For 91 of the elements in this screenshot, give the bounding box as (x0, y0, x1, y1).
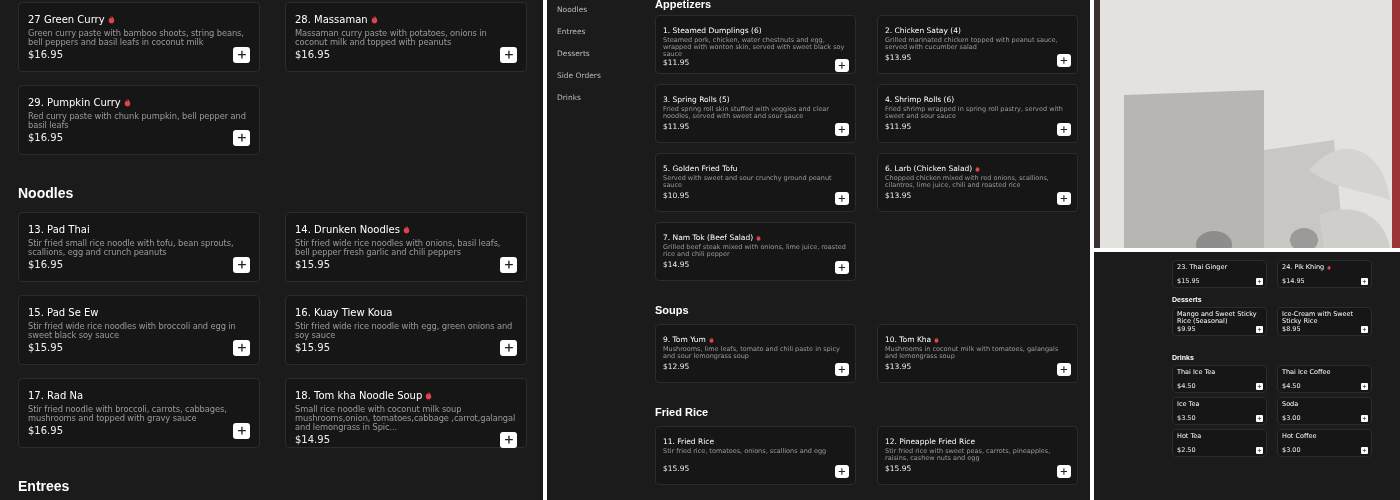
plus-icon (837, 466, 847, 477)
menu-item-card[interactable]: 18. Tom kha Noodle Soup Small rice noodle with coconut milk soup mushrooms,onion, tomatoes,cabbage ,carrot,galangal and lemongrass in Spic... $14.95 (285, 378, 527, 448)
section-heading: Appetizers (655, 0, 713, 10)
plus-icon (1257, 327, 1262, 332)
add-button[interactable] (835, 192, 849, 205)
add-button[interactable] (1057, 54, 1071, 67)
menu-item-card[interactable]: 16. Kuay Tiew Koua Stir fried wide rice noodle with egg, green onions and soy sauce $15.95 (285, 295, 527, 365)
menu-item-card[interactable]: 17. Rad Na Stir fried noodle with broccoli, carrots, cabbages, mushrooms and topped with gravy sauce $16.95 (18, 378, 260, 448)
section-heading: Noodles (18, 185, 75, 201)
add-button[interactable] (233, 130, 250, 146)
plus-icon (1362, 327, 1367, 332)
item-description: Red curry paste with chunk pumpkin, bell pepper and basil leafs (28, 112, 247, 130)
plus-icon (502, 434, 515, 446)
menu-item-card[interactable]: 27 Green Curry Green curry paste with bamboo shoots, string beans, bell peppers and basil leafs in coconut milk $16.95 (18, 2, 260, 72)
item-description: Green curry paste with bamboo shoots, string beans, bell peppers and basil leafs in coconut milk (28, 29, 245, 47)
menu-item-card[interactable]: 29. Pumpkin Curry Red curry paste with chunk pumpkin, bell pepper and basil leafs $16.95 (18, 85, 260, 155)
add-button[interactable] (835, 363, 849, 376)
item-description: Massaman curry paste with potatoes, onions in coconut milk and topped with peanuts (295, 29, 488, 47)
plus-icon (1059, 364, 1069, 375)
plus-icon (1059, 55, 1069, 66)
item-name: 29. Pumpkin Curry (28, 97, 121, 108)
add-button[interactable] (1057, 465, 1071, 478)
plus-icon (837, 364, 847, 375)
plus-icon (235, 49, 248, 61)
plus-icon (1362, 416, 1367, 421)
plus-icon (1362, 384, 1367, 389)
add-button[interactable] (1057, 123, 1071, 136)
add-button[interactable] (233, 423, 250, 439)
item-description: Stir fried wide rice noodle with egg, green onions and soy sauce (295, 322, 514, 340)
plus-icon (1059, 193, 1069, 204)
menu-item-card[interactable]: 13. Pad Thai Stir fried small rice noodle with tofu, bean sprouts, scallions, egg and crunch peanuts $16.95 (18, 212, 260, 282)
add-button[interactable] (835, 261, 849, 274)
add-button[interactable] (835, 123, 849, 136)
item-price: $14.95 (295, 434, 330, 445)
add-button[interactable] (233, 47, 250, 63)
add-button[interactable] (1057, 192, 1071, 205)
item-name: 15. Pad Se Ew (28, 307, 99, 318)
add-button[interactable] (835, 59, 849, 72)
item-name: 18. Tom kha Noodle Soup (295, 390, 423, 401)
plus-icon (837, 193, 847, 204)
item-price: $16.95 (28, 49, 63, 60)
item-name: 28. Massaman (295, 14, 368, 25)
plus-icon (502, 259, 515, 271)
item-description: Stir fried noodle with broccoli, carrots, cabbages, mushrooms and topped with gravy sauce (28, 405, 228, 423)
section-heading: Entrees (18, 478, 71, 494)
plus-icon (235, 259, 248, 271)
plus-icon (502, 49, 515, 61)
plus-icon (837, 262, 847, 273)
menu-item-card[interactable]: 14. Drunken Noodles Stir fried wide rice noodles with onions, basil leafs, bell pepper fresh garlic and chili peppers $15.95 (285, 212, 527, 282)
item-description: Small rice noodle with coconut milk soup mushrooms,onion, tomatoes,cabbage ,carrot,galangal and lemongrass in Spic... (295, 405, 517, 432)
plus-icon (1059, 466, 1069, 477)
item-price: $15.95 (28, 342, 63, 353)
item-price: $15.95 (295, 342, 330, 353)
item-name: 17. Rad Na (28, 390, 84, 401)
plus-icon (1257, 416, 1262, 421)
item-name: 16. Kuay Tiew Koua (295, 307, 393, 318)
plus-icon (1059, 124, 1069, 135)
item-name: 14. Drunken Noodles (295, 224, 400, 235)
plus-icon (1257, 384, 1262, 389)
item-price: $16.95 (295, 49, 330, 60)
menu-item-card[interactable]: 28. Massaman Massaman curry paste with potatoes, onions in coconut milk and topped with peanuts $16.95 (285, 2, 527, 72)
add-button[interactable] (835, 465, 849, 478)
item-price: $16.95 (28, 259, 63, 270)
add-button[interactable] (500, 47, 517, 63)
section-heading: Soups (655, 304, 690, 316)
plus-icon (1257, 279, 1262, 284)
plus-icon (837, 124, 847, 135)
plus-icon (837, 60, 847, 71)
section-heading: Fried Rice (655, 406, 710, 418)
plus-icon (235, 425, 248, 437)
item-description: Stir fried wide rice noodles with onions, basil leafs, bell pepper fresh garlic and chili peppers (295, 239, 502, 257)
plus-icon (235, 342, 248, 354)
item-price: $15.95 (295, 259, 330, 270)
add-button[interactable] (233, 340, 250, 356)
item-price: $16.95 (28, 132, 63, 143)
item-description: Stir fried wide rice noodles with broccoli and egg in sweet black soy sauce (28, 322, 237, 340)
plus-icon (1362, 448, 1367, 453)
item-description: Stir fried small rice noodle with tofu, bean sprouts, scallions, egg and crunch peanuts (28, 239, 235, 257)
add-button[interactable] (500, 432, 517, 448)
add-button[interactable] (233, 257, 250, 273)
add-button[interactable] (1057, 363, 1071, 376)
add-button[interactable] (500, 340, 517, 356)
plus-icon (502, 342, 515, 354)
plus-icon (235, 132, 248, 144)
plus-icon (1362, 279, 1367, 284)
item-name: 13. Pad Thai (28, 224, 90, 235)
add-button[interactable] (500, 257, 517, 273)
menu-item-card[interactable]: 15. Pad Se Ew Stir fried wide rice noodles with broccoli and egg in sweet black soy sauce $15.95 (18, 295, 260, 365)
item-price: $16.95 (28, 425, 63, 436)
item-name: 27 Green Curry (28, 14, 105, 25)
plus-icon (1257, 448, 1262, 453)
